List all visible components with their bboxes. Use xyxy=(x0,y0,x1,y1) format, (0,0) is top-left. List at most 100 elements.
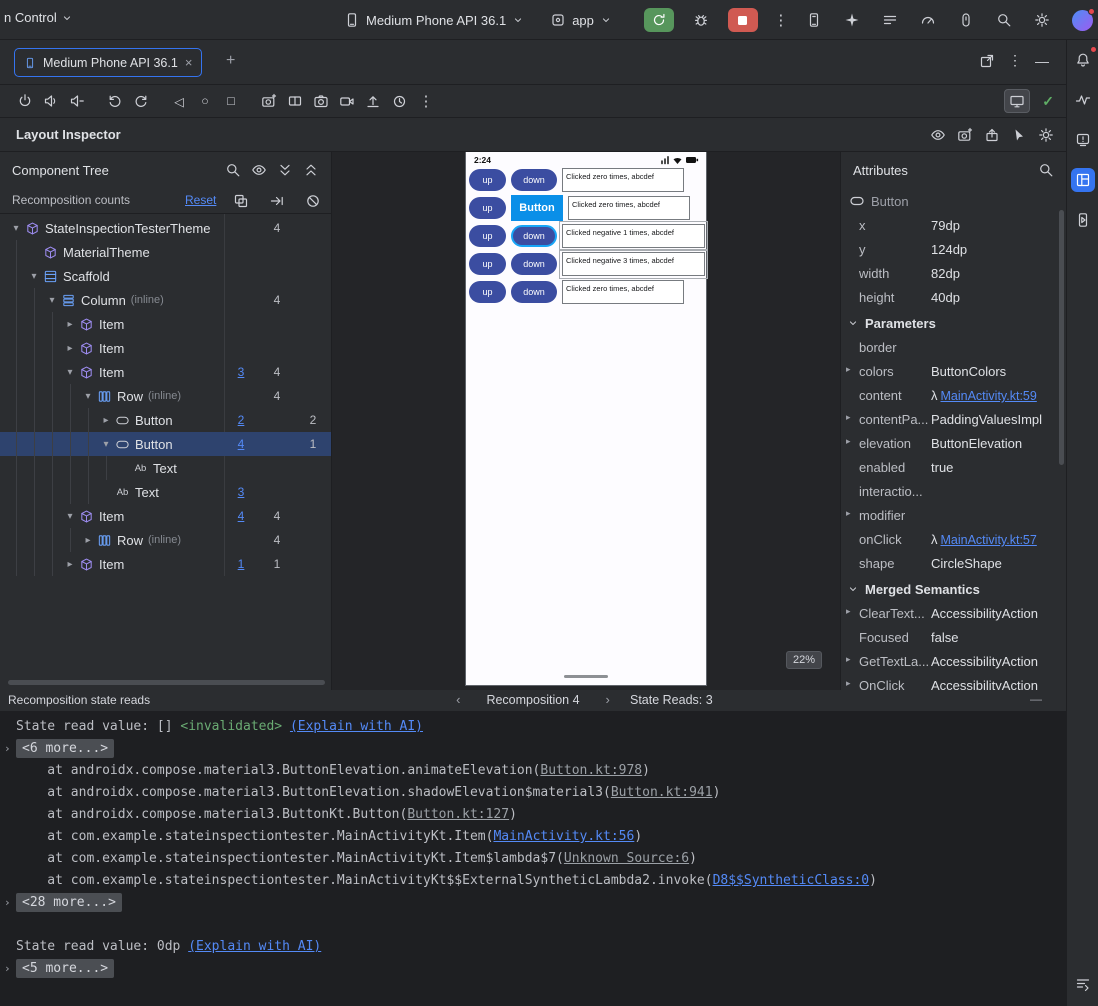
upload-icon[interactable] xyxy=(365,93,381,109)
recomposition-count-column-icon[interactable] xyxy=(233,193,249,209)
skip-count-column-icon[interactable] xyxy=(269,193,285,209)
tree-node-scaffold[interactable]: ▾ Scaffold xyxy=(0,264,331,288)
notifications-button[interactable] xyxy=(1071,46,1097,72)
horizontal-scrollbar[interactable] xyxy=(8,680,325,685)
volume-down-icon[interactable] xyxy=(69,93,85,109)
section-header-parameters[interactable]: Parameters xyxy=(841,310,1066,336)
more-emulator-actions-icon[interactable]: ⋮ xyxy=(417,92,435,110)
snapshot-icon[interactable] xyxy=(957,127,973,143)
down-button[interactable]: down xyxy=(511,225,557,247)
up-button[interactable]: up xyxy=(469,225,506,247)
chevron-down-icon[interactable]: ▾ xyxy=(80,391,96,402)
click-count-text[interactable]: Clicked zero times, abcdef xyxy=(562,168,684,192)
chevron-down-icon[interactable]: ▾ xyxy=(62,511,78,522)
up-button[interactable]: up xyxy=(469,281,506,303)
tree-node-materialtheme[interactable]: MaterialTheme xyxy=(0,240,331,264)
search-icon[interactable] xyxy=(1038,162,1054,178)
tree-node-item[interactable]: ▾ Item 3 4 xyxy=(0,360,331,384)
next-recomposition-icon[interactable]: › xyxy=(606,692,610,707)
more-actions-icon[interactable]: ⋮ xyxy=(772,11,790,29)
expand-attribute-icon[interactable]: ▸ xyxy=(846,678,851,689)
click-count-text[interactable]: Clicked zero times, abcdef xyxy=(568,196,690,220)
tree-node-row[interactable]: ▾ Row (inline) 4 xyxy=(0,384,331,408)
tree-node-row[interactable]: ▸ Row (inline) 4 xyxy=(0,528,331,552)
settings-icon[interactable] xyxy=(1034,12,1050,28)
console-link[interactable]: (Explain with AI) xyxy=(290,719,423,734)
recomposition-count-link[interactable]: 1 xyxy=(224,552,258,576)
down-button[interactable]: down xyxy=(511,281,557,303)
more-options-icon[interactable]: ⋮ xyxy=(1006,52,1024,69)
user-avatar[interactable] xyxy=(1072,7,1095,31)
rerun-button[interactable] xyxy=(643,8,674,32)
tree-node-item[interactable]: ▾ Item 4 4 xyxy=(0,504,331,528)
logcat-icon[interactable] xyxy=(882,12,898,28)
chevron-down-icon[interactable]: ▾ xyxy=(8,223,24,234)
export-snapshot-icon[interactable] xyxy=(984,127,1000,143)
search-everywhere-icon[interactable] xyxy=(996,12,1012,28)
console-link[interactable]: Button.kt:127 xyxy=(407,807,509,822)
power-icon[interactable] xyxy=(17,93,33,109)
chevron-down-icon[interactable]: ▾ xyxy=(26,271,42,282)
console-link[interactable]: Button.kt:978 xyxy=(540,763,642,778)
back-button-icon[interactable]: ◁ xyxy=(171,94,187,109)
previous-recomposition-icon[interactable]: ‹ xyxy=(456,692,460,707)
down-button[interactable]: down xyxy=(511,253,557,275)
collapse-all-icon[interactable] xyxy=(303,162,319,178)
expand-attribute-icon[interactable]: ▸ xyxy=(846,412,851,423)
device-streaming-icon[interactable] xyxy=(958,12,974,28)
tree-node-text[interactable]: Ab Text xyxy=(0,456,331,480)
display-mode-toggle[interactable] xyxy=(1004,89,1031,113)
console-link[interactable]: D8$$SyntheticClass:0 xyxy=(713,873,870,888)
tree-node-button[interactable]: ▸ Button 2 2 xyxy=(0,408,331,432)
pair-devices-icon[interactable] xyxy=(806,12,822,28)
home-button-icon[interactable]: ○ xyxy=(197,94,213,108)
rotate-right-icon[interactable] xyxy=(133,93,149,109)
tree-node-item[interactable]: ▸ Item xyxy=(0,312,331,336)
chevron-right-icon[interactable]: ▸ xyxy=(62,559,78,570)
add-tab-icon[interactable]: + xyxy=(226,52,235,70)
debug-button[interactable] xyxy=(688,8,714,32)
up-button[interactable]: up xyxy=(469,169,506,191)
device-render-canvas[interactable]: 2:24 up down Clicked zero times, abcdef up B… xyxy=(332,152,840,690)
console-link[interactable]: (Explain with AI) xyxy=(188,939,321,954)
layout-inspector-tool-button[interactable] xyxy=(1070,168,1095,192)
chevron-right-icon[interactable]: ▸ xyxy=(62,319,78,330)
close-tab-icon[interactable]: × xyxy=(185,55,193,70)
camera-icon[interactable] xyxy=(313,93,329,109)
run-config-selector[interactable]: app xyxy=(544,8,618,32)
fold-device-icon[interactable] xyxy=(287,93,303,109)
inspector-settings-icon[interactable] xyxy=(1038,127,1054,143)
select-component-icon[interactable] xyxy=(1011,127,1027,143)
fold-toggle-icon[interactable]: › xyxy=(0,958,16,980)
running-devices-button[interactable] xyxy=(1071,208,1095,232)
console-link[interactable]: Button.kt:941 xyxy=(611,785,713,800)
source-link[interactable]: MainActivity.kt:57 xyxy=(941,533,1037,547)
folded-frames[interactable]: <5 more...> xyxy=(16,959,115,978)
event-log-button[interactable] xyxy=(1071,972,1095,996)
tree-node-button[interactable]: ▾ Button 4 1 xyxy=(0,432,331,456)
folded-frames[interactable]: <28 more...> xyxy=(16,893,122,912)
fold-toggle-icon[interactable]: › xyxy=(0,892,16,914)
clear-counts-icon[interactable] xyxy=(305,193,321,209)
profiler-icon[interactable] xyxy=(920,12,936,28)
chevron-down-icon[interactable]: ▾ xyxy=(98,439,114,450)
stop-button[interactable] xyxy=(727,8,758,32)
recomposition-count-link[interactable]: 3 xyxy=(224,360,258,384)
apply-check-icon[interactable]: ✓ xyxy=(1042,93,1054,110)
expand-all-icon[interactable] xyxy=(277,162,293,178)
console-link[interactable]: Unknown Source:6 xyxy=(564,851,689,866)
recomposition-count-link[interactable]: 3 xyxy=(224,480,258,504)
chevron-right-icon[interactable]: ▸ xyxy=(98,415,114,426)
tree-node-item[interactable]: ▸ Item xyxy=(0,336,331,360)
device-selector[interactable]: Medium Phone API 36.1 xyxy=(338,8,530,32)
profiler-tool-button[interactable] xyxy=(1071,88,1095,112)
click-count-text[interactable]: Clicked zero times, abcdef xyxy=(562,280,684,304)
recomposition-count-link[interactable]: 4 xyxy=(224,504,258,528)
volume-up-icon[interactable] xyxy=(43,93,59,109)
folded-frames[interactable]: <6 more...> xyxy=(16,739,115,758)
rotate-left-icon[interactable] xyxy=(107,93,123,109)
expand-attribute-icon[interactable]: ▸ xyxy=(846,606,851,617)
vcs-widget[interactable]: n Control xyxy=(4,10,73,25)
source-link[interactable]: MainActivity.kt:59 xyxy=(941,389,1037,403)
up-button[interactable]: up xyxy=(469,197,506,219)
